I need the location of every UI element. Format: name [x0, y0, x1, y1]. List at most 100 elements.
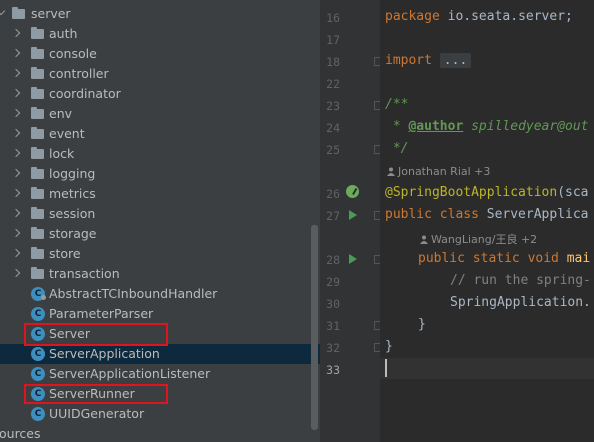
spring-bean-icon[interactable]	[346, 185, 359, 198]
tree-item-label: lock	[49, 146, 75, 161]
tree-item-label: storage	[49, 226, 97, 241]
text-caret	[385, 359, 387, 377]
tree-item-label: controller	[49, 66, 109, 81]
line-number: 25	[326, 143, 340, 157]
closing-brace: }	[385, 339, 393, 354]
chevron-right-icon[interactable]	[11, 268, 21, 278]
code-line-32: }	[385, 339, 393, 354]
tree-class-serverapplicationlistener[interactable]: C ServerApplicationListener	[0, 364, 320, 384]
folder-icon	[31, 167, 44, 179]
line-comment: // run the spring-	[450, 273, 591, 288]
line-number: 16	[326, 11, 340, 25]
code-text: (sca	[557, 185, 589, 200]
method-name: mai	[558, 251, 591, 266]
chevron-right-icon[interactable]	[11, 128, 21, 138]
tree-class-abstracttcinboundhandler[interactable]: C AbstractTCInboundHandler	[0, 284, 320, 304]
chevron-right-icon[interactable]	[11, 188, 21, 198]
line-number: 31	[326, 319, 340, 333]
run-class-icon[interactable]	[349, 210, 357, 220]
tree-item-label: session	[49, 206, 96, 221]
line-number: 32	[326, 341, 340, 355]
tree-item-label: console	[49, 46, 97, 61]
chevron-right-icon[interactable]	[11, 68, 21, 78]
tree-class-parameterparser[interactable]: C ParameterParser	[0, 304, 320, 324]
tree-folder-coordinator[interactable]: coordinator	[0, 84, 320, 104]
chevron-right-icon[interactable]	[11, 228, 21, 238]
code-line-26: @SpringBootApplication(sca	[385, 185, 589, 200]
doc-comment: spilledyear@out	[463, 119, 589, 134]
line-number: 22	[326, 77, 340, 91]
tree-class-uuidgenerator[interactable]: C UUIDGenerator	[0, 404, 320, 424]
chevron-right-icon[interactable]	[11, 248, 21, 258]
tree-folder-storage[interactable]: storage	[0, 224, 320, 244]
tree-folder-server[interactable]: server	[0, 4, 320, 24]
line-number: 27	[326, 209, 340, 223]
class-name: ServerApplica	[478, 207, 589, 222]
tree-item-label: AbstractTCInboundHandler	[49, 286, 218, 301]
folder-icon	[31, 67, 44, 79]
tree-folder-controller[interactable]: controller	[0, 64, 320, 84]
tree-folder-resources-partial[interactable]: ources	[0, 424, 320, 442]
tree-item-label: ources	[0, 426, 41, 441]
chevron-right-icon[interactable]	[11, 48, 21, 58]
chevron-right-icon[interactable]	[11, 108, 21, 118]
java-class-icon: C	[31, 367, 45, 381]
chevron-right-icon[interactable]	[11, 168, 21, 178]
folder-icon	[31, 247, 44, 259]
tree-folder-session[interactable]: session	[0, 204, 320, 224]
author-hint-text: Jonathan Rial +3	[398, 165, 491, 178]
abstract-marker-icon	[41, 295, 46, 300]
code-line-30: SpringApplication.	[450, 295, 591, 310]
java-class-icon: C	[31, 347, 45, 361]
tree-item-label: store	[49, 246, 81, 261]
author-hint[interactable]: WangLiang/王良 +2	[420, 231, 537, 247]
tree-item-label: UUIDGenerator	[49, 406, 145, 421]
folder-icon	[31, 207, 44, 219]
tree-folder-transaction[interactable]: transaction	[0, 264, 320, 284]
highlight-box-serverrunner	[24, 384, 168, 404]
user-icon	[387, 167, 395, 176]
tree-folder-auth[interactable]: auth	[0, 24, 320, 44]
keyword: package	[385, 9, 440, 24]
folder-icon	[31, 127, 44, 139]
chevron-right-icon[interactable]	[11, 28, 21, 38]
doc-comment: /**	[385, 97, 409, 112]
tree-item-label: event	[49, 126, 85, 141]
chevron-right-icon[interactable]	[11, 208, 21, 218]
code-line-24: * @author spilledyear@out	[385, 119, 589, 134]
folder-icon	[12, 7, 25, 19]
tree-folder-env[interactable]: env	[0, 104, 320, 124]
folder-icon	[31, 267, 44, 279]
closing-brace: }	[418, 317, 426, 332]
folded-imports[interactable]: ...	[439, 53, 472, 68]
chevron-right-icon[interactable]	[11, 88, 21, 98]
tree-folder-logging[interactable]: logging	[0, 164, 320, 184]
code-line-16: package io.seata.server;	[385, 9, 573, 24]
tree-folder-lock[interactable]: lock	[0, 144, 320, 164]
line-number: 24	[326, 121, 340, 135]
chevron-right-icon[interactable]	[11, 148, 21, 158]
folder-icon	[31, 47, 44, 59]
tree-class-serverapplication[interactable]: C ServerApplication	[0, 344, 320, 364]
tree-item-label: logging	[49, 166, 96, 181]
code-text: SpringApplication.	[450, 295, 591, 310]
tree-folder-metrics[interactable]: metrics	[0, 184, 320, 204]
run-main-icon[interactable]	[349, 254, 357, 264]
java-class-icon: C	[31, 407, 45, 421]
chevron-down-icon[interactable]	[0, 6, 6, 16]
line-number: 26	[326, 187, 340, 201]
author-hint[interactable]: Jonathan Rial +3	[387, 165, 490, 178]
keyword: public static void	[418, 251, 559, 266]
folder-icon	[31, 227, 44, 239]
code-line-25: */	[385, 141, 409, 156]
line-number: 18	[326, 55, 340, 69]
tree-folder-console[interactable]: console	[0, 44, 320, 64]
tree-folder-event[interactable]: event	[0, 124, 320, 144]
folder-icon	[31, 147, 44, 159]
tree-item-label: auth	[49, 26, 78, 41]
annotation: @SpringBootApplication	[385, 185, 558, 200]
tree-item-label: metrics	[49, 186, 96, 201]
tree-item-label: env	[49, 106, 73, 121]
tree-folder-store[interactable]: store	[0, 244, 320, 264]
folder-icon	[31, 107, 44, 119]
